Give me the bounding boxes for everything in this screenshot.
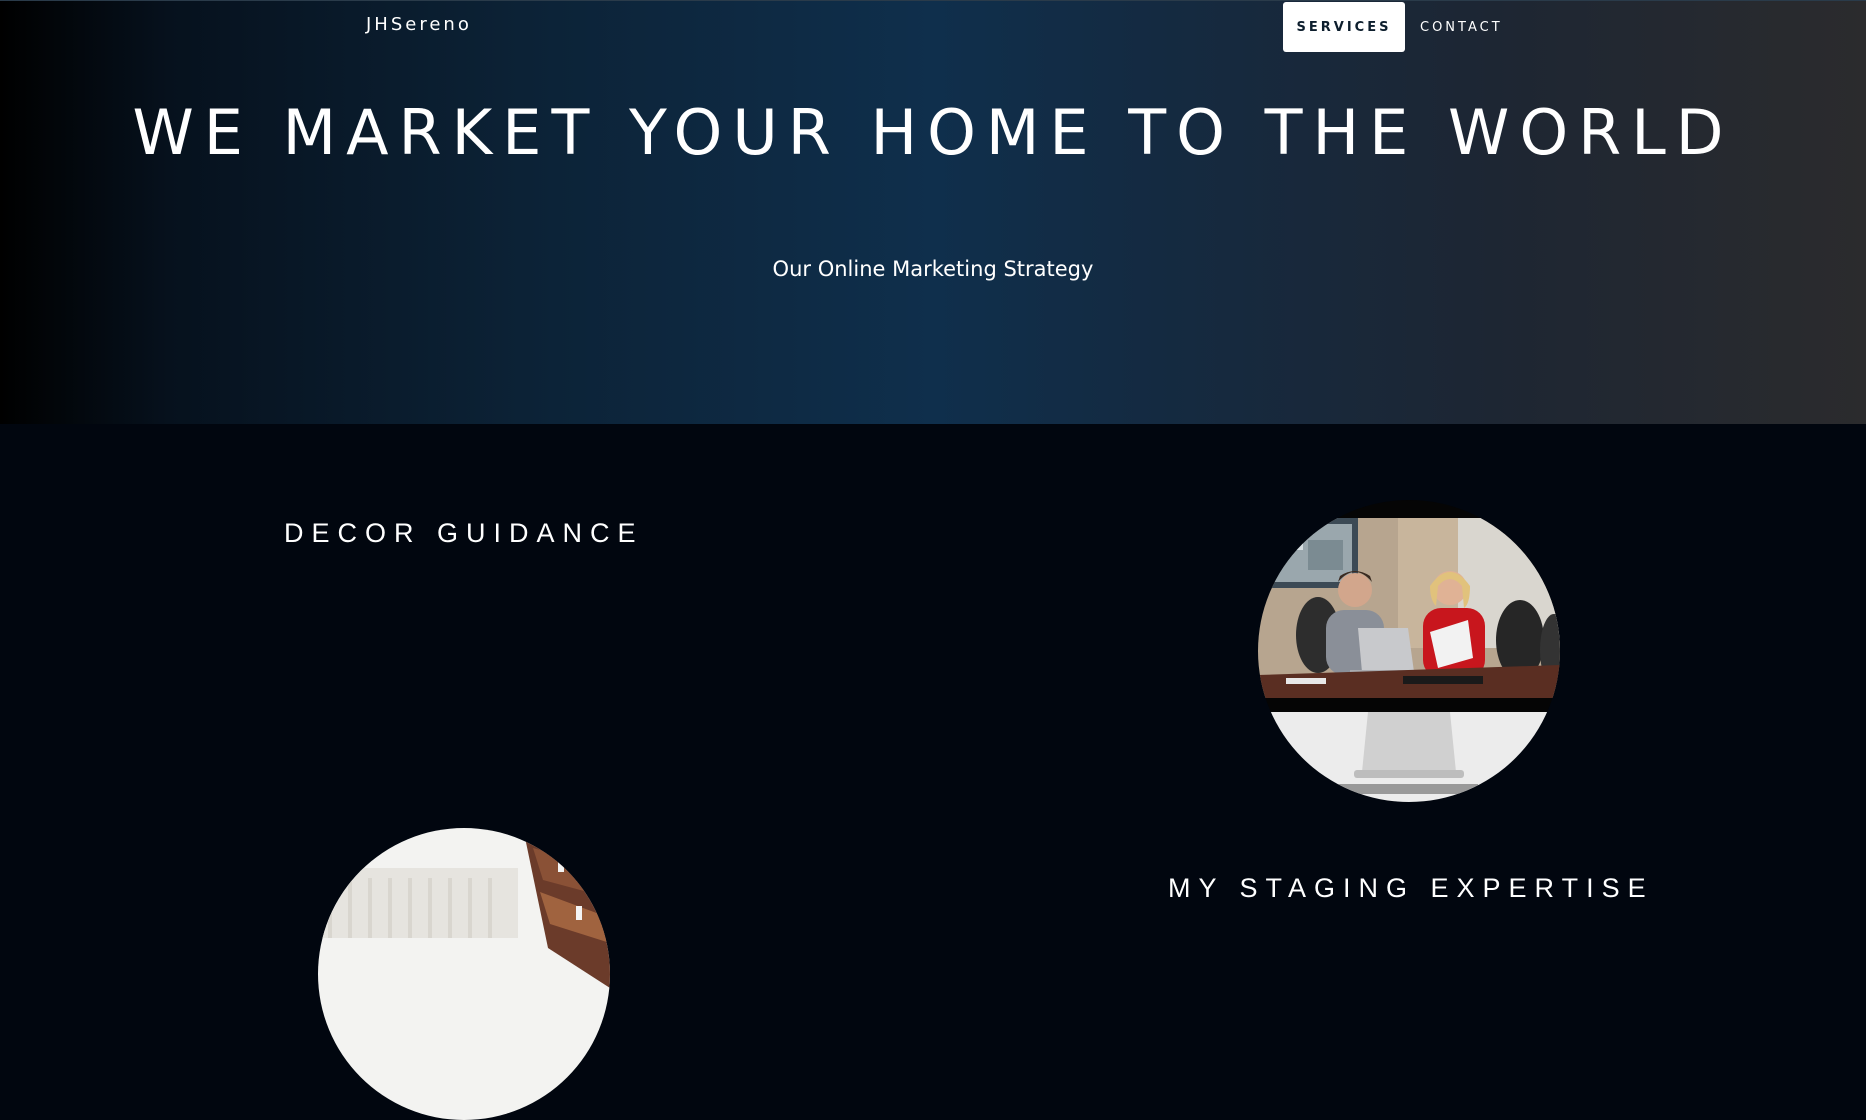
decor-guidance-heading: DECOR GUIDANCE (284, 518, 644, 548)
hero-subtitle: Our Online Marketing Strategy (772, 257, 1094, 281)
brand-logo[interactable]: JHSereno (366, 14, 472, 35)
staging-expertise-heading: MY STAGING EXPERTISE (1168, 873, 1654, 903)
interior-photo-graphic (318, 828, 610, 1120)
meeting-photo (1258, 500, 1560, 802)
main-nav: SERVICES CONTACT (1283, 2, 1503, 52)
interior-photo (318, 828, 610, 1120)
hero-title: WE MARKET YOUR HOME TO THE WORLD (132, 96, 1734, 169)
nav-contact[interactable]: CONTACT (1420, 2, 1503, 52)
meeting-photo-graphic (1258, 500, 1560, 802)
nav-services[interactable]: SERVICES (1283, 2, 1405, 52)
hero-banner: JHSereno SERVICES CONTACT WE MARKET YOUR… (0, 0, 1866, 424)
